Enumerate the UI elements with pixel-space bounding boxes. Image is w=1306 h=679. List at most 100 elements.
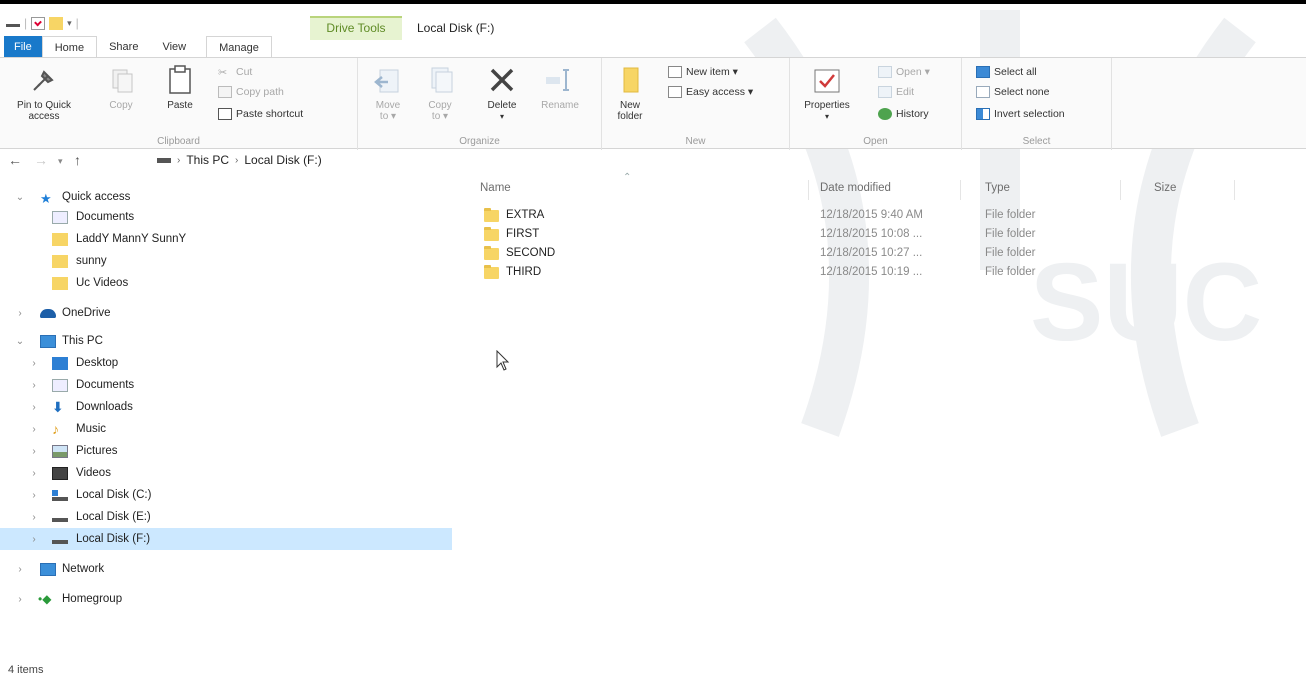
delete-dropdown-icon[interactable]: ▾ — [480, 111, 524, 122]
rename-label: Rename — [541, 100, 579, 111]
new-group-label: New — [685, 136, 706, 147]
properties-button[interactable]: Properties ▾ — [800, 64, 854, 122]
nav-qa-documents[interactable]: Documents — [0, 206, 452, 228]
nav-pc-desktop[interactable]: › Desktop — [0, 352, 452, 374]
nav-this-pc[interactable]: ⌄ This PC — [0, 330, 452, 352]
column-header-name[interactable]: Name — [480, 182, 511, 198]
tab-view[interactable]: View — [150, 36, 198, 58]
nav-pc-documents[interactable]: › Documents — [0, 374, 452, 396]
paste-shortcut-button[interactable]: Paste shortcut — [218, 108, 303, 120]
nav-pc-local-disk-f[interactable]: › Local Disk (F:) — [0, 528, 452, 550]
nav-this-pc-label: This PC — [62, 335, 103, 347]
column-divider[interactable] — [1234, 180, 1235, 200]
address-bar-row: ← → ▾ ↑ › This PC › Local Disk (F:) — [0, 150, 1306, 172]
breadcrumb-this-pc[interactable]: This PC — [186, 153, 229, 167]
copy-path-button[interactable]: Copy path — [218, 86, 284, 98]
expanded-chevron-icon[interactable]: ⌄ — [14, 336, 26, 347]
select-group-label: Select — [1022, 136, 1051, 147]
nav-pc-local-disk-c[interactable]: › Local Disk (C:) — [0, 484, 452, 506]
tab-share[interactable]: Share — [97, 36, 150, 58]
nav-pc-local-disk-e[interactable]: › Local Disk (E:) — [0, 506, 452, 528]
file-date-modified: 12/18/2015 9:40 AM — [820, 209, 923, 221]
nav-onedrive[interactable]: › OneDrive — [0, 302, 452, 324]
collapsed-chevron-icon[interactable]: › — [28, 424, 40, 435]
select-all-icon — [976, 66, 990, 78]
qat-dropdown-icon[interactable]: ▾ — [67, 18, 72, 29]
column-divider[interactable] — [960, 180, 961, 200]
file-name: SECOND — [506, 247, 556, 259]
breadcrumb[interactable]: › This PC › Local Disk (F:) — [157, 153, 322, 167]
column-divider[interactable] — [808, 180, 809, 200]
breadcrumb-separator-icon[interactable]: › — [177, 155, 180, 166]
collapsed-chevron-icon[interactable]: › — [28, 534, 40, 545]
nav-pc-pictures[interactable]: › Pictures — [0, 440, 452, 462]
nav-homegroup[interactable]: › •◆ Homegroup — [0, 588, 452, 610]
breadcrumb-separator-icon[interactable]: › — [235, 155, 238, 166]
up-arrow-icon[interactable]: ↑ — [74, 152, 81, 168]
organize-group: Move to ▾ Copy to ▾ Delete ▾ Rename Orga… — [358, 58, 602, 150]
collapsed-chevron-icon[interactable]: › — [28, 358, 40, 369]
expanded-chevron-icon[interactable]: ⌄ — [14, 192, 26, 203]
new-item-button[interactable]: New item ▾ — [668, 66, 738, 78]
recent-locations-dropdown-icon[interactable]: ▾ — [58, 156, 63, 167]
nav-pc-music[interactable]: › ♪ Music — [0, 418, 452, 440]
nav-pc-downloads[interactable]: › ⬇ Downloads — [0, 396, 452, 418]
collapsed-chevron-icon[interactable]: › — [28, 468, 40, 479]
nav-qa-laddy[interactable]: LaddY MannY SunnY — [0, 228, 452, 250]
history-button[interactable]: History — [878, 108, 929, 120]
move-to-button[interactable]: Move to ▾ — [368, 64, 408, 122]
nav-qa-sunny[interactable]: sunny — [0, 250, 452, 272]
collapsed-chevron-icon[interactable]: › — [14, 564, 26, 575]
file-row[interactable]: SECOND 12/18/2015 10:27 ... File folder — [480, 245, 1080, 264]
rename-button[interactable]: Rename — [534, 64, 586, 111]
nav-network[interactable]: › Network — [0, 558, 452, 580]
properties-dropdown-icon[interactable]: ▾ — [800, 111, 854, 122]
drive-icon — [52, 534, 68, 544]
nav-qa-uc-videos[interactable]: Uc Videos — [0, 272, 452, 294]
collapsed-chevron-icon[interactable]: › — [28, 402, 40, 413]
cut-button[interactable]: ✂ Cut — [218, 66, 252, 79]
paste-shortcut-label: Paste shortcut — [236, 108, 304, 120]
tab-file[interactable]: File — [4, 36, 42, 58]
column-divider[interactable] — [1120, 180, 1121, 200]
collapsed-chevron-icon[interactable]: › — [14, 594, 26, 605]
collapsed-chevron-icon[interactable]: › — [28, 446, 40, 457]
invert-selection-button[interactable]: Invert selection — [976, 108, 1065, 120]
top-black-strip — [0, 0, 1306, 4]
open-button[interactable]: Open ▾ — [878, 66, 930, 78]
network-icon — [40, 562, 56, 576]
select-none-button[interactable]: Select none — [976, 86, 1049, 98]
file-row[interactable]: THIRD 12/18/2015 10:19 ... File folder — [480, 264, 1080, 283]
column-header-size[interactable]: Size — [1154, 182, 1176, 198]
easy-access-button[interactable]: Easy access ▾ — [668, 86, 753, 98]
nav-pc-videos[interactable]: › Videos — [0, 462, 452, 484]
column-header-type[interactable]: Type — [985, 182, 1010, 198]
tab-manage[interactable]: Manage — [206, 36, 272, 58]
forward-arrow-icon[interactable]: → — [34, 152, 48, 168]
collapsed-chevron-icon[interactable]: › — [28, 490, 40, 501]
breadcrumb-local-disk-f[interactable]: Local Disk (F:) — [244, 153, 321, 167]
edit-button[interactable]: Edit — [878, 86, 914, 98]
nav-pc-local-disk-c-label: Local Disk (C:) — [76, 489, 152, 501]
nav-quick-access[interactable]: ⌄ ★ Quick access — [0, 186, 452, 208]
pin-to-quick-access-button[interactable]: Pin to Quick access — [14, 64, 74, 122]
new-folder-qat-icon[interactable] — [49, 16, 64, 30]
nav-pc-pictures-label: Pictures — [76, 445, 118, 457]
paste-button[interactable]: Paste — [160, 64, 200, 111]
copy-to-button[interactable]: Copy to ▾ — [420, 64, 460, 122]
copy-button[interactable]: Copy — [102, 64, 140, 111]
file-row[interactable]: FIRST 12/18/2015 10:08 ... File folder — [480, 226, 1080, 245]
new-folder-button[interactable]: New folder — [610, 64, 650, 122]
properties-qat-icon[interactable] — [31, 16, 46, 30]
column-header-date-modified[interactable]: Date modified — [820, 182, 891, 198]
collapsed-chevron-icon[interactable]: › — [28, 512, 40, 523]
delete-button[interactable]: Delete ▾ — [480, 64, 524, 122]
select-all-button[interactable]: Select all — [976, 66, 1037, 78]
nav-network-label: Network — [62, 563, 105, 575]
collapsed-chevron-icon[interactable]: › — [28, 380, 40, 391]
file-row[interactable]: EXTRA 12/18/2015 9:40 AM File folder — [480, 207, 1080, 226]
tab-home[interactable]: Home — [41, 36, 98, 58]
rename-icon — [544, 64, 576, 96]
collapsed-chevron-icon[interactable]: › — [14, 308, 26, 319]
back-arrow-icon[interactable]: ← — [8, 152, 22, 168]
